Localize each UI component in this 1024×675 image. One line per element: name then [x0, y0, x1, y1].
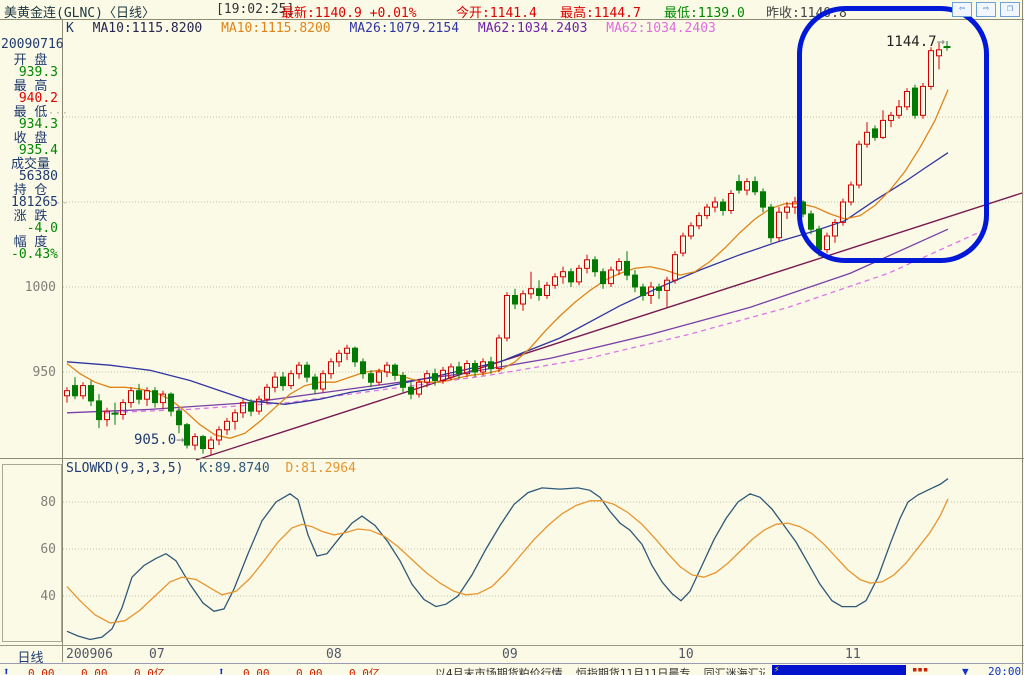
sidebar-splitter-handle[interactable]: ··· — [48, 198, 69, 209]
ma26-value: MA26:1079.2154 — [349, 21, 460, 36]
date-tick: 10 — [678, 647, 694, 662]
symbol-title: 美黄金连(GLNC)〈日线〉 — [4, 6, 155, 21]
today-open: 今开:1141.4 — [456, 6, 537, 21]
right-arrow-icon: → — [176, 432, 185, 448]
slowkd-k-value: K:89.8740 — [199, 461, 270, 476]
kd-indicator-header: SLOWKD(9,3,3,5) K:89.8740 D:81.2964 — [66, 461, 356, 476]
app-window: 美黄金连(GLNC)〈日线〉 [19:02:25] 最新:1140.9 +0.0… — [0, 0, 1024, 675]
slowkd-d-value: D:81.2964 — [285, 461, 356, 476]
news-ticker-bar: ⬆ 0.00 0.00 0.0亿 ⬆ 0.00 0.00 0.0亿 以4月末市场… — [0, 663, 1024, 675]
slowkd-name: SLOWKD(9,3,3,5) — [66, 461, 184, 476]
range-value: -0.43% — [11, 247, 58, 262]
ellipse-drawing-annotation[interactable] — [797, 6, 989, 263]
ma10-orange-value: MA10:1115.8200 — [221, 21, 331, 36]
up-arrow-icon: ⬆ — [3, 665, 10, 675]
low-value: 934.3 — [18, 117, 58, 132]
ma62-value: MA62:1034.2403 — [477, 21, 588, 36]
ticker-quote-2: 0.00 0.00 0.0亿 — [243, 667, 380, 675]
kd-axis-label-80: 80 — [40, 495, 56, 510]
sidebar-splitter-handle[interactable]: ··· — [48, 108, 69, 119]
quote-sidebar: 20090716 开 盘 939.3 最 高 940.2 最 低 934.3 收… — [0, 37, 64, 262]
kd-panel-divider — [0, 458, 1024, 459]
ticker-status-dots: ▪▪▪ — [912, 665, 929, 675]
ma10-dark-value: MA10:1115.8200 — [92, 21, 203, 36]
price-axis-label-950: 950 — [32, 365, 56, 380]
ticker-highlight-bar: ⚡ — [772, 665, 906, 675]
right-border — [1022, 0, 1023, 675]
caret-down-icon: ▼ — [962, 665, 969, 675]
ticker-quote-1: 0.00 0.00 0.0亿 — [28, 667, 165, 675]
kd-axis-label-60: 60 — [40, 542, 56, 557]
cascade-window-icon[interactable]: ❐ — [1000, 2, 1020, 17]
high-value: 940.2 — [18, 91, 58, 106]
date-tick: 11 — [845, 647, 861, 662]
price-axis-label-1000: 1000 — [24, 280, 56, 295]
window-buttons: ⇦ ⇨ ❐ — [952, 2, 1020, 17]
date-tick: 08 — [326, 647, 342, 662]
last-price: 最新:1140.9 +0.01% — [281, 6, 417, 21]
change-value: -4.0 — [26, 221, 58, 236]
date-tick: 09 — [502, 647, 518, 662]
close-value: 935.4 — [18, 143, 58, 158]
date-tick: 07 — [149, 647, 165, 662]
quote-date: 20090716 — [1, 37, 64, 52]
date-axis: 日线 200906 07 08 09 10 11 — [0, 646, 1024, 666]
kd-axis-label-40: 40 — [40, 589, 56, 604]
date-tick: 200906 — [66, 647, 113, 662]
ticker-time: 20:00 — [988, 665, 1022, 675]
today-low: 最低:1139.0 — [664, 6, 745, 21]
ticker-news-text: 以4月末市场期货粕价行情……恒指期货11月11日晨专……同汇迷海汇记号·恒 — [435, 667, 765, 675]
today-high: 最高:1144.7 — [560, 6, 641, 21]
back-arrow-icon[interactable]: ⇦ — [952, 2, 972, 17]
up-arrow-icon: ⬆ — [218, 665, 225, 675]
open-value: 939.3 — [18, 65, 58, 80]
ma62-shift-value: MA62:1034.2403 — [606, 21, 716, 36]
k-label: K — [66, 21, 74, 36]
ma-indicator-row: K MA10:1115.8200 MA10:1115.8200 MA26:107… — [66, 21, 727, 36]
volume-value: 56380 — [18, 169, 58, 184]
forward-arrow-icon[interactable]: ⇨ — [976, 2, 996, 17]
low-price-callout: 905.0→ — [134, 432, 185, 448]
